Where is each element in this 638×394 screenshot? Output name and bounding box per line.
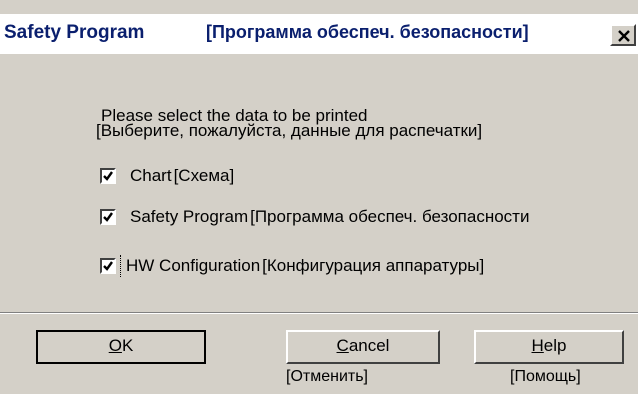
ok-mnemonic: O xyxy=(108,336,122,355)
chart-label: Chart xyxy=(130,166,172,185)
safety-program-label: Safety Program xyxy=(130,207,249,226)
separator xyxy=(0,312,638,314)
ok-label-rest: K xyxy=(121,336,134,355)
help-label-translation: [Помощь] xyxy=(510,368,581,385)
chart-option[interactable]: Chart [Схема] xyxy=(100,164,234,188)
prompt-text-translation: [Выберите, пожалуйста, данные для распеч… xyxy=(96,121,483,140)
safety-program-option[interactable]: Safety Program [Программа обеспеч. безоп… xyxy=(100,205,529,229)
focus-indicator xyxy=(120,255,122,277)
chart-checkbox[interactable] xyxy=(100,168,116,184)
window-title: Safety Program xyxy=(4,22,145,43)
help-button[interactable]: Help xyxy=(474,330,624,364)
help-label-rest: elp xyxy=(543,336,567,355)
cancel-label-translation: [Отменить] xyxy=(286,368,368,385)
close-button[interactable] xyxy=(610,24,636,46)
safety-program-checkbox[interactable] xyxy=(100,209,116,225)
checkmark-icon xyxy=(103,171,113,181)
help-mnemonic: H xyxy=(531,336,544,355)
hw-configuration-checkbox[interactable] xyxy=(100,258,116,274)
checkmark-icon xyxy=(103,261,113,271)
cancel-label-rest: ancel xyxy=(348,336,390,355)
print-dialog: Safety Program [Программа обеспеч. безоп… xyxy=(0,0,638,394)
hw-configuration-option[interactable]: HW Configuration [Конфигурация аппаратур… xyxy=(100,254,484,278)
hw-configuration-label: HW Configuration xyxy=(126,256,261,275)
window-title-translation: [Программа обеспеч. безопасности] xyxy=(206,22,529,42)
chart-label-translation: [Схема] xyxy=(173,166,235,185)
ok-button[interactable]: OK xyxy=(36,330,206,364)
hw-configuration-label-translation: [Конфигурация аппаратуры] xyxy=(262,256,485,275)
checkmark-icon xyxy=(103,212,113,222)
close-icon xyxy=(618,30,630,42)
safety-program-label-translation: [Программа обеспеч. безопасности xyxy=(250,207,530,226)
cancel-mnemonic: C xyxy=(336,336,349,355)
cancel-button[interactable]: Cancel xyxy=(286,330,440,364)
